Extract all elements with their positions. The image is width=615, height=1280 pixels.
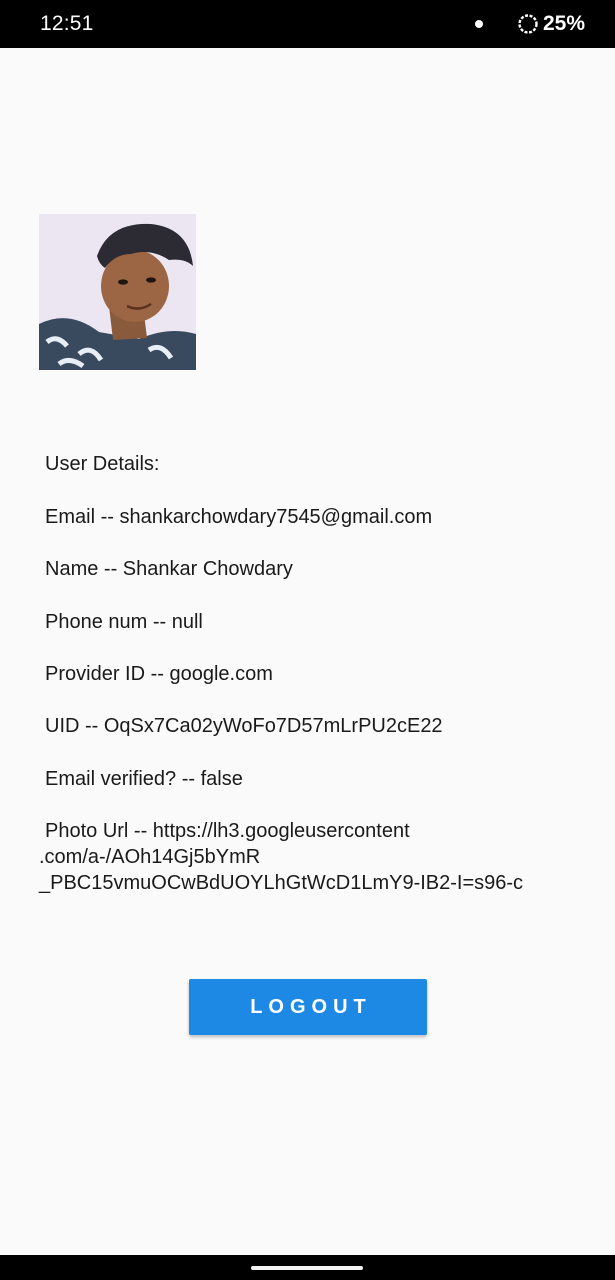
email-value: Email -- shankarchowdary7545@gmail.com — [45, 506, 433, 528]
photo-url-line-3: _PBC15vmuOCwBdUOYLhGtWcD1LmY9-IB2-I=s96-… — [39, 872, 524, 894]
battery-saver-icon — [518, 14, 538, 34]
photo-url-value: Photo Url -- https://lh3.googleuserconte… — [39, 818, 523, 896]
email-verified-value: Email verified? -- false — [45, 768, 243, 790]
status-time: 12:51 — [40, 12, 94, 35]
user-profile-photo-icon — [39, 214, 196, 370]
photo-url-line-2: .com/a-/AOh14Gj5bYmR — [39, 846, 261, 868]
home-indicator[interactable] — [251, 1266, 363, 1270]
phone-value: Phone num -- null — [45, 611, 203, 633]
logout-button[interactable]: LOGOUT — [189, 979, 427, 1035]
uid-value: UID -- OqSx7Ca02yWoFo7D57mLrPU2cE22 — [45, 715, 443, 737]
navigation-bar — [0, 1255, 615, 1280]
details-heading: User Details: — [45, 453, 160, 475]
photo-url-line-1: Photo Url -- https://lh3.googleuserconte… — [45, 820, 410, 842]
name-value: Name -- Shankar Chowdary — [45, 558, 293, 580]
avatar — [39, 214, 196, 370]
notification-dot-icon — [475, 20, 483, 28]
provider-id-value: Provider ID -- google.com — [45, 663, 273, 685]
status-bar: 12:51 25% — [0, 0, 615, 48]
battery-percent: 25% — [543, 12, 586, 35]
